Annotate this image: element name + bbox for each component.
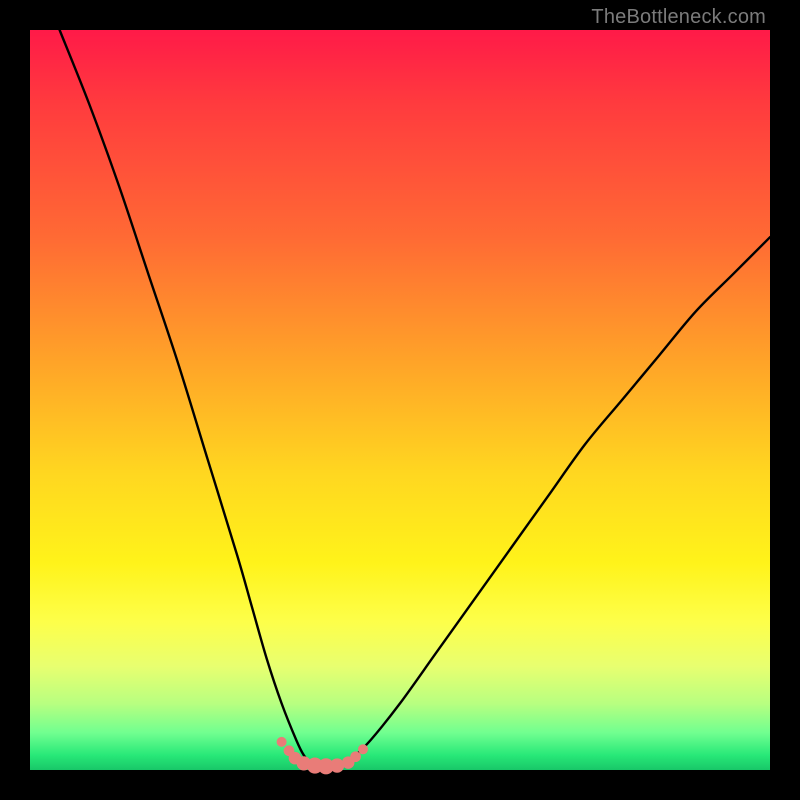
valley-dot bbox=[358, 744, 368, 754]
watermark-text: TheBottleneck.com bbox=[591, 6, 766, 29]
valley-dot bbox=[277, 737, 287, 747]
chart-frame: TheBottleneck.com bbox=[0, 0, 800, 800]
valley-dot bbox=[350, 751, 361, 762]
bottleneck-curve-path bbox=[60, 30, 770, 766]
bottleneck-curve-svg bbox=[30, 30, 770, 770]
plot-area bbox=[30, 30, 770, 770]
valley-dot bbox=[330, 758, 344, 772]
valley-dots-group bbox=[277, 737, 368, 774]
